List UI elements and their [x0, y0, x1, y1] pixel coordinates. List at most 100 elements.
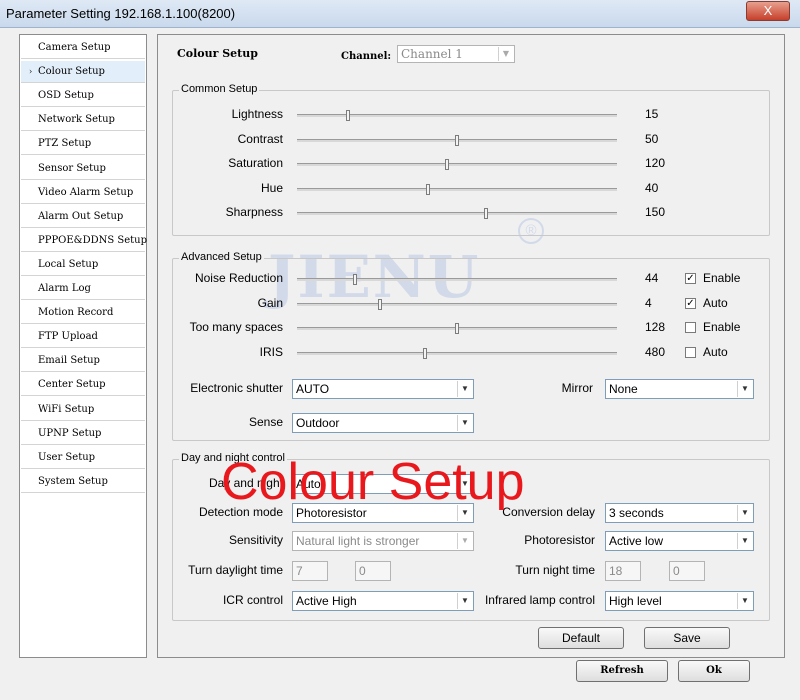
advanced-setup-title: Advanced Setup — [179, 251, 264, 263]
ok-button[interactable]: Ok — [678, 660, 750, 682]
sidebar-item[interactable]: › Colour Setup — [21, 61, 145, 84]
sidebar-item[interactable]: Alarm Out Setup — [21, 206, 145, 228]
save-button[interactable]: Save — [644, 627, 730, 649]
sidebar-item[interactable]: Local Setup — [21, 254, 145, 276]
slider-value: 128 — [645, 320, 666, 334]
night-hour-input[interactable]: 18 — [605, 561, 641, 581]
chevron-down-icon[interactable]: ▼ — [737, 505, 752, 521]
slider-track[interactable] — [297, 278, 617, 281]
shutter-select-value: AUTO — [296, 382, 330, 396]
slider-value: 120 — [645, 156, 666, 170]
channel-label: Channel: — [341, 51, 392, 62]
sidebar-item-label: Email Setup — [38, 355, 100, 367]
sensitivity-select[interactable]: Natural light is stronger ▼ — [292, 531, 474, 551]
sense-select-value: Outdoor — [296, 416, 340, 430]
sidebar-item[interactable]: Center Setup — [21, 374, 145, 397]
slider-value: 480 — [645, 344, 666, 359]
sidebar-item[interactable]: Video Alarm Setup — [21, 182, 145, 204]
infrared-select[interactable]: High level ▼ — [605, 591, 754, 611]
daylight-hour-input[interactable]: 7 — [292, 561, 328, 581]
refresh-button[interactable]: Refresh — [576, 660, 668, 682]
page-title: Colour Setup — [177, 47, 258, 60]
slider-label: Gain — [257, 295, 283, 310]
slider-value: 44 — [645, 271, 659, 285]
sidebar-item[interactable]: WiFi Setup — [21, 399, 145, 421]
sidebar-item[interactable]: Sensor Setup — [21, 158, 145, 180]
chevron-right-icon: › — [29, 67, 33, 77]
sidebar-item[interactable]: PPPOE&DDNS Setup — [21, 230, 147, 252]
slider-label: IRIS — [259, 344, 283, 359]
slider-track[interactable] — [297, 114, 617, 117]
sidebar-item[interactable]: User Setup — [21, 447, 145, 469]
chevron-down-icon[interactable]: ▼ — [457, 415, 472, 431]
slider-thumb[interactable] — [445, 159, 450, 170]
sidebar-item-label: Colour Setup — [38, 66, 105, 78]
sidebar-item[interactable]: Email Setup — [21, 350, 145, 373]
checkbox-label: Auto — [703, 344, 728, 359]
icr-select[interactable]: Active High ▼ — [292, 591, 474, 611]
shutter-label: Electronic shutter — [190, 381, 283, 395]
slider-thumb[interactable] — [378, 298, 383, 310]
sense-select[interactable]: Outdoor ▼ — [292, 413, 474, 433]
slider-track[interactable] — [297, 163, 617, 166]
slider-thumb[interactable] — [455, 323, 459, 334]
sidebar-item-label: Alarm Log — [38, 283, 91, 294]
slider-label: Contrast — [237, 131, 283, 146]
slider-track[interactable] — [297, 212, 617, 215]
checkbox[interactable]: ✓ — [685, 273, 696, 284]
sidebar-item[interactable]: Alarm Log — [21, 278, 145, 300]
slider-track[interactable] — [297, 351, 617, 355]
chevron-down-icon[interactable]: ▼ — [737, 593, 752, 609]
sidebar-item[interactable]: OSD Setup — [21, 85, 145, 108]
slider-value: 50 — [645, 131, 659, 146]
sidebar-item[interactable]: Network Setup — [21, 109, 145, 132]
slider-thumb[interactable] — [426, 183, 431, 195]
sidebar-item[interactable]: PTZ Setup — [21, 133, 145, 156]
slider-thumb[interactable] — [423, 347, 427, 359]
sidebar-item[interactable]: Motion Record — [21, 302, 145, 325]
close-button[interactable]: X — [746, 1, 790, 21]
sidebar-item[interactable]: System Setup — [21, 471, 145, 493]
slider-track[interactable] — [297, 187, 617, 191]
conversion-select[interactable]: 3 seconds ▼ — [605, 503, 754, 523]
slider-label: Saturation — [228, 156, 283, 170]
mirror-select[interactable]: None ▼ — [605, 379, 754, 399]
slider-track[interactable] — [297, 302, 617, 306]
chevron-down-icon[interactable]: ▼ — [457, 381, 472, 397]
night-minute-input[interactable]: 0 — [669, 561, 705, 581]
daylight-time-label: Turn daylight time — [188, 563, 283, 577]
daylight-minute-input[interactable]: 0 — [355, 561, 391, 581]
icr-label: ICR control — [222, 593, 283, 607]
chevron-down-icon[interactable]: ▼ — [737, 533, 752, 549]
channel-select[interactable]: Channel 1 ▼ — [397, 45, 515, 63]
slider-value: 4 — [645, 295, 652, 310]
chevron-down-icon[interactable]: ▼ — [457, 533, 472, 549]
photoresistor-select[interactable]: Active low ▼ — [605, 531, 754, 551]
night-time-label: Turn night time — [515, 563, 595, 577]
sidebar: Camera Setup › Colour Setup OSD Setup Networ… — [19, 34, 147, 658]
slider-thumb[interactable] — [352, 274, 357, 285]
slider-thumb[interactable] — [483, 208, 488, 219]
checkbox[interactable]: ✓ — [685, 297, 696, 309]
title-bar: Parameter Setting 192.168.1.100(8200) X — [0, 0, 800, 28]
checkbox[interactable] — [685, 322, 696, 333]
sidebar-item-label: PTZ Setup — [38, 138, 92, 150]
default-button[interactable]: Default — [538, 627, 624, 649]
slider-thumb[interactable] — [346, 110, 351, 121]
shutter-select[interactable]: AUTO ▼ — [292, 379, 474, 399]
slider-thumb[interactable] — [455, 134, 459, 146]
chevron-down-icon[interactable]: ▼ — [737, 381, 752, 397]
chevron-down-icon[interactable]: ▼ — [498, 47, 513, 61]
sidebar-item-label: Video Alarm Setup — [38, 186, 134, 198]
overlay-caption: Colour Setup — [221, 453, 525, 511]
slider-label: Noise Reduction — [194, 271, 283, 285]
checkbox[interactable] — [685, 346, 696, 358]
sidebar-item-label: Network Setup — [38, 114, 115, 126]
sidebar-item-label: Alarm Out Setup — [38, 210, 124, 222]
sidebar-item[interactable]: FTP Upload — [21, 326, 145, 349]
sidebar-item[interactable]: UPNP Setup — [21, 423, 145, 445]
sidebar-item-label: Sensor Setup — [38, 162, 106, 174]
sidebar-item[interactable]: Camera Setup — [21, 37, 145, 59]
infrared-label: Infrared lamp control — [484, 593, 595, 607]
slider-label: Lightness — [231, 107, 283, 121]
